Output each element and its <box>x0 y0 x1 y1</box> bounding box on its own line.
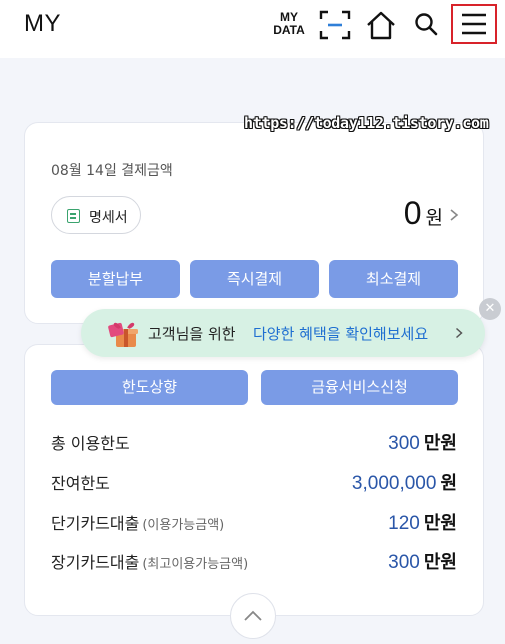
remaining-limit-unit: 원 <box>440 473 457 494</box>
payment-card: 08월 14일 결제금액 명세서 0원 분할납부 즉시결제 최소결제 <box>24 122 484 324</box>
total-limit-unit: 만원 <box>423 433 457 454</box>
long-term-loan-unit: 만원 <box>423 552 457 573</box>
short-term-loan-unit: 만원 <box>423 513 457 534</box>
document-icon <box>67 209 80 223</box>
long-term-loan-title: 장기카드대출 <box>51 553 140 572</box>
limit-increase-button[interactable]: 한도상향 <box>51 370 248 405</box>
top-bar: MY MY DATA <box>0 0 505 58</box>
limits-card: 한도상향 금융서비스신청 총 이용한도 300 만원 잔여한도 3,000,000… <box>24 344 484 616</box>
payment-amount-value: 0 <box>403 195 422 231</box>
payment-amount-unit: 원 <box>425 207 443 229</box>
menu-icon <box>462 13 486 35</box>
remaining-limit-label: 잔여한도 <box>51 474 110 493</box>
instant-pay-button[interactable]: 즉시결제 <box>190 260 319 298</box>
chevron-right-icon <box>455 327 463 339</box>
remaining-limit-number: 3,000,000 <box>351 473 437 494</box>
long-term-loan-label: 장기카드대출 (최고이용가능금액) <box>51 549 248 573</box>
chevron-right-icon[interactable] <box>449 208 459 222</box>
long-term-loan-number: 300 <box>388 552 420 573</box>
short-term-loan-sub: (이용가능금액) <box>142 518 225 533</box>
payment-date-label: 08월 14일 결제금액 <box>51 163 173 179</box>
chevron-up-icon <box>244 610 262 621</box>
long-term-loan-value: 300 만원 <box>388 548 457 574</box>
statement-label: 명세서 <box>89 210 128 226</box>
promo-text-prefix: 고객님을 위한 <box>148 325 236 343</box>
payment-amount[interactable]: 0원 <box>404 195 443 232</box>
remaining-limit-value: 3,000,000 원 <box>352 469 457 495</box>
financial-service-button[interactable]: 금융서비스신청 <box>261 370 458 405</box>
short-term-loan-label: 단기카드대출 (이용가능금액) <box>51 510 224 534</box>
menu-button[interactable] <box>451 4 497 44</box>
scroll-up-button[interactable] <box>230 593 276 639</box>
mydata-button[interactable]: MY DATA <box>270 11 308 37</box>
promo-text-link[interactable]: 다양한 혜택을 확인해보세요 <box>253 323 428 344</box>
short-term-loan-title: 단기카드대출 <box>51 514 140 533</box>
total-limit-label: 총 이용한도 <box>51 434 130 453</box>
search-icon[interactable] <box>410 8 444 42</box>
statement-button[interactable]: 명세서 <box>51 196 141 234</box>
short-term-loan-value: 120 만원 <box>388 509 457 535</box>
installment-button[interactable]: 분할납부 <box>51 260 180 298</box>
minimum-pay-button[interactable]: 최소결제 <box>329 260 458 298</box>
home-icon[interactable] <box>364 8 398 42</box>
gift-icon <box>108 322 138 347</box>
total-limit-number: 300 <box>388 433 420 454</box>
short-term-loan-number: 120 <box>388 513 420 534</box>
long-term-loan-sub: (최고이용가능금액) <box>142 557 249 572</box>
page-title: MY <box>24 10 61 37</box>
watermark: https://today112.tistory.com <box>244 114 489 132</box>
promo-close-button[interactable]: ✕ <box>479 298 501 320</box>
scan-icon[interactable] <box>318 8 352 42</box>
promo-banner[interactable]: 고객님을 위한 다양한 혜택을 확인해보세요 <box>81 309 485 357</box>
mydata-line2: DATA <box>273 23 305 37</box>
total-limit-value: 300 만원 <box>388 429 457 455</box>
